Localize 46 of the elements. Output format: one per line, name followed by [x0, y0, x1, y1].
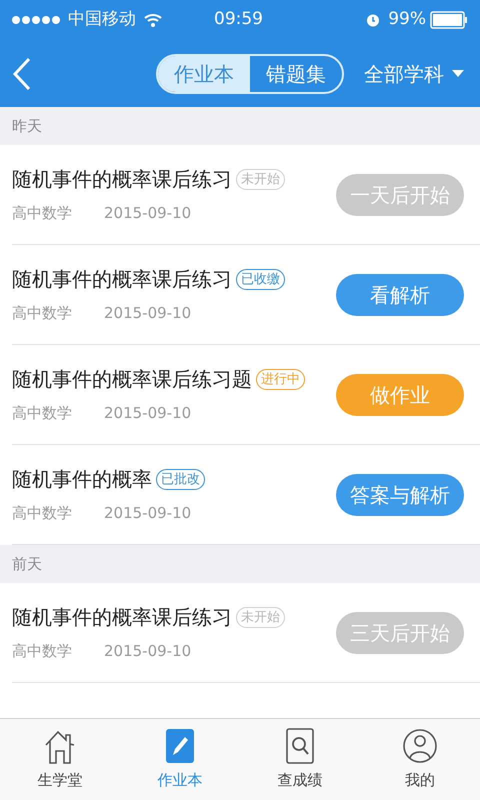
homework-title: 随机事件的概率课后练习 [12, 266, 232, 294]
subject-label: 高中数学 [12, 203, 72, 224]
segment-tab[interactable]: 作业本 [158, 56, 250, 92]
status-tag: 进行中 [256, 368, 305, 390]
battery-icon [430, 11, 468, 29]
status-tag: 未开始 [236, 606, 285, 628]
clock-time: 09:59 [214, 8, 263, 32]
homework-title: 随机事件的概率 [12, 466, 152, 494]
carrier-name: 中国移动 [68, 8, 136, 32]
subject-label: 高中数学 [12, 303, 72, 324]
action-button[interactable]: 答案与解析 [336, 474, 464, 516]
subject-label: 高中数学 [12, 503, 72, 524]
status-tag: 已收缴 [236, 268, 285, 290]
tab-bar-item[interactable]: 生学堂 [0, 719, 120, 800]
wifi-icon [144, 13, 162, 27]
tab-bar-item[interactable]: 我的 [360, 719, 480, 800]
status-tag: 已批改 [156, 468, 205, 490]
search-icon [286, 727, 314, 766]
tab-bar-item[interactable]: 查成绩 [240, 719, 360, 800]
date-label: 2015-09-10 [104, 403, 192, 424]
date-label: 2015-09-10 [104, 641, 192, 662]
section-header: 前天 [0, 545, 480, 583]
battery-percent: 99% [388, 8, 426, 32]
subject-filter[interactable]: 全部学科 [364, 58, 464, 88]
action-button[interactable]: 做作业 [336, 374, 464, 416]
homework-row[interactable]: 随机事件的概率 已批改 高中数学 2015-09-10 答案与解析 [12, 445, 480, 545]
homework-title: 随机事件的概率课后练习 [12, 604, 232, 632]
tab-bar-item[interactable]: 作业本 [120, 719, 240, 800]
user-icon [402, 727, 438, 766]
pencil-icon [166, 727, 194, 766]
homework-row[interactable]: 随机事件的概率课后练习 已收缴 高中数学 2015-09-10 看解析 [12, 245, 480, 345]
homework-title: 随机事件的概率课后练习 [12, 166, 232, 194]
dropdown-caret-icon [452, 70, 464, 78]
alarm-icon [366, 13, 380, 27]
action-button[interactable]: 看解析 [336, 274, 464, 316]
homework-row[interactable]: 随机事件的概率课后练习题 进行中 高中数学 2015-09-10 做作业 [12, 345, 480, 445]
date-label: 2015-09-10 [104, 303, 192, 324]
subject-label: 高中数学 [12, 403, 72, 424]
homework-title: 随机事件的概率课后练习题 [12, 366, 252, 394]
date-label: 2015-09-10 [104, 503, 192, 524]
section-header: 昨天 [0, 107, 480, 145]
segment-tab[interactable]: 错题集 [250, 56, 342, 92]
signal-icon [12, 16, 60, 24]
status-tag: 未开始 [236, 168, 285, 190]
date-label: 2015-09-10 [104, 203, 192, 224]
subject-label: 高中数学 [12, 641, 72, 662]
